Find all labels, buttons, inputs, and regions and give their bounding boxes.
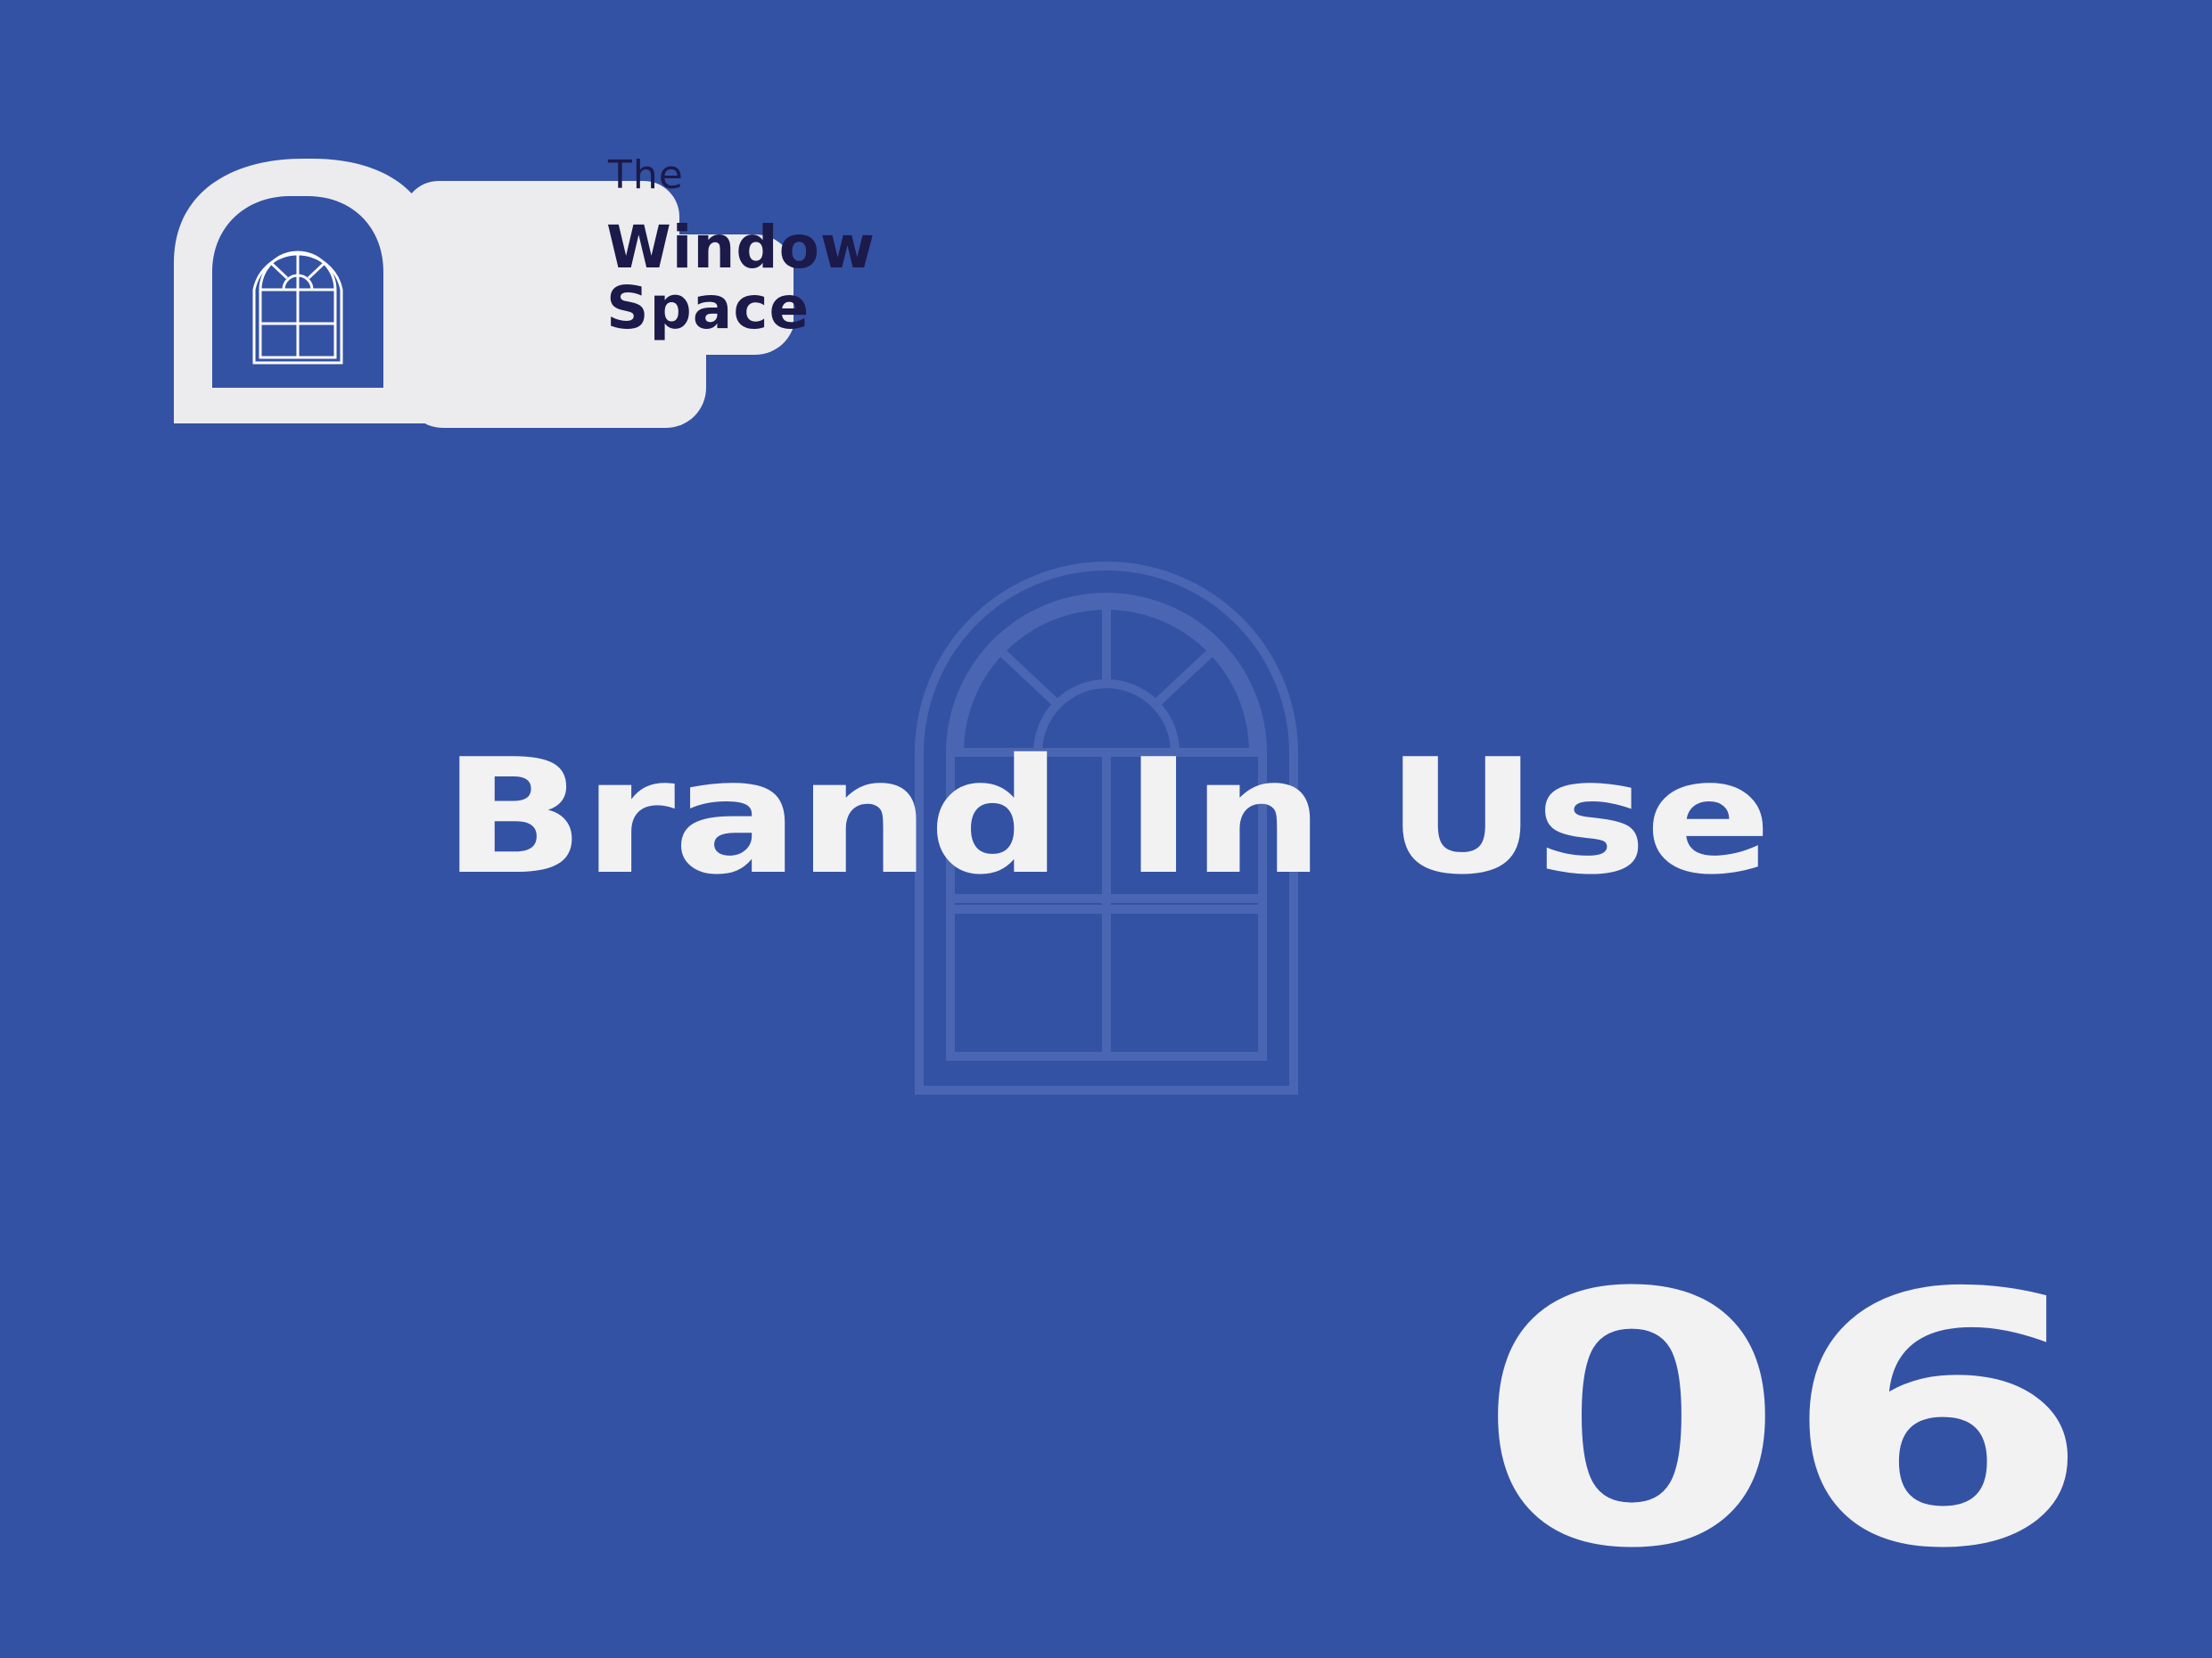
logo-text-window: Window [606, 213, 876, 282]
logo-wordmark: The Window Space [437, 156, 876, 342]
page-title: Brand In Use [442, 725, 1772, 909]
logo-text-the: The [608, 152, 684, 198]
logo-text-space: Space [606, 274, 810, 342]
brand-logo: The Window Space [169, 156, 875, 441]
page-number: 06 [1476, 1219, 2093, 1624]
